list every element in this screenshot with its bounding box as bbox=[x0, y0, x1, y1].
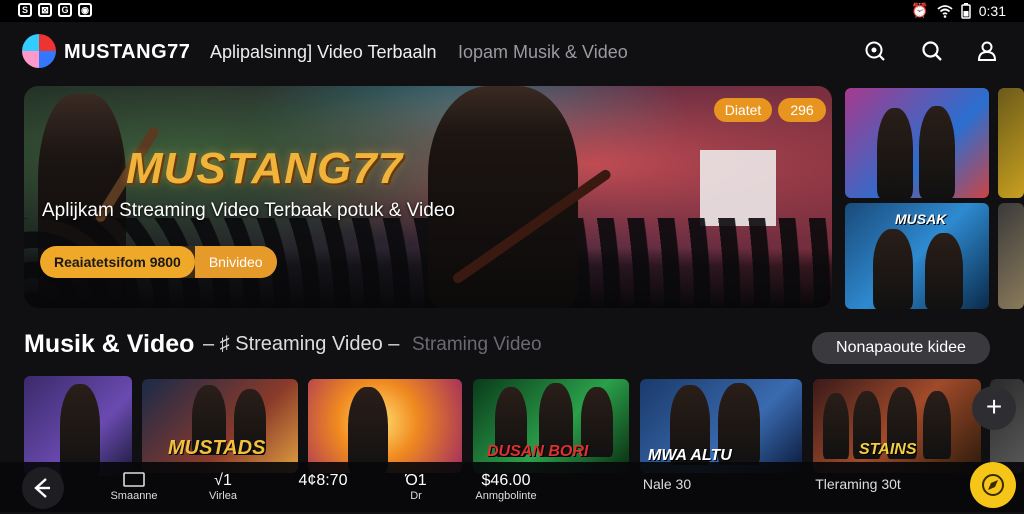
bottom-nav-dr-top: Ό1 bbox=[405, 472, 427, 489]
bottom-nav-time-top: 4¢8:70 bbox=[298, 472, 348, 489]
side-thumb-1-figure-b bbox=[919, 106, 955, 198]
side-thumb-2[interactable]: MUSAK bbox=[845, 203, 989, 309]
row-thumb-2-caption: MUSTADS bbox=[168, 437, 266, 459]
bottom-nav-price-label: Anmgbolinte bbox=[475, 490, 537, 502]
hero-subtitle: Aplijkam Streaming Video Terbaak potuk &… bbox=[42, 200, 455, 221]
compass-button[interactable] bbox=[970, 462, 1016, 508]
row-thumb-3-figure bbox=[348, 387, 388, 473]
side-thumb-3-partial[interactable] bbox=[998, 88, 1024, 198]
clock: 0:31 bbox=[978, 2, 1006, 19]
status-icon-3: G bbox=[58, 3, 72, 17]
hero-badge-right[interactable]: 296 bbox=[778, 98, 826, 122]
section-tab-active[interactable]: – ♯ Streaming Video – bbox=[203, 333, 399, 356]
bottom-nav-price-top: $46.00 bbox=[481, 472, 531, 489]
hero-primary-button[interactable]: Reaiatetsifom 9800 bbox=[40, 246, 195, 278]
alarm-icon: ⏰ bbox=[911, 2, 929, 18]
bottom-nav-video-label: Virlea bbox=[209, 490, 237, 502]
app-logo[interactable] bbox=[22, 34, 56, 68]
side-thumb-1[interactable] bbox=[845, 88, 989, 198]
bottom-nav-nale[interactable]: Nale 30 bbox=[632, 476, 702, 492]
section-tab-inactive[interactable]: Straming Video bbox=[412, 334, 542, 356]
search-icon[interactable] bbox=[921, 40, 943, 62]
screen-icon bbox=[123, 472, 145, 487]
bottom-nav-streaming[interactable]: Smaanne bbox=[106, 472, 162, 502]
brand-name[interactable]: MUSTANG77 bbox=[64, 41, 190, 64]
hero-banner[interactable]: MUSTANG77 Aplijkam Streaming Video Terba… bbox=[24, 86, 832, 308]
side-thumb-2-figure-a bbox=[873, 229, 913, 309]
row-thumb-4-caption: DUSAN BORI bbox=[487, 443, 589, 460]
status-icon-1: S bbox=[18, 3, 32, 17]
row-thumb-6[interactable]: STAINS bbox=[813, 379, 981, 473]
hero-secondary-button[interactable]: Bnivideo bbox=[194, 246, 277, 278]
side-thumb-1-figure-a bbox=[877, 108, 913, 198]
row-thumb-6-figure-a bbox=[823, 393, 849, 459]
hero-title: MUSTANG77 bbox=[126, 144, 404, 193]
section-title: Musik & Video bbox=[24, 330, 195, 358]
top-bar: MUSTANG77 Aplipalsinng] Video Terbaaln I… bbox=[0, 22, 1024, 84]
wifi-icon bbox=[937, 4, 953, 18]
hero-performer-main bbox=[428, 86, 578, 308]
row-thumb-6-caption: STAINS bbox=[859, 441, 917, 458]
bottom-nav-dr-label: Dr bbox=[410, 490, 422, 502]
status-bar: S ⊠ G ◉ ⏰ 0:31 bbox=[0, 0, 1024, 22]
bottom-nav-nale-top: Nale 30 bbox=[642, 476, 692, 492]
profile-icon[interactable] bbox=[976, 40, 998, 62]
hero-button-group: Reaiatetsifom 9800 Bnivideo bbox=[40, 246, 277, 278]
back-button[interactable] bbox=[22, 467, 64, 509]
status-icons-left: S ⊠ G ◉ bbox=[18, 3, 92, 17]
status-icon-2: ⊠ bbox=[38, 3, 52, 17]
bottom-nav-video[interactable]: √1 Virlea bbox=[198, 472, 248, 502]
hero-badge-left[interactable]: Diatet bbox=[714, 98, 772, 122]
bottom-nav-time[interactable]: 4¢8:70 bbox=[288, 472, 358, 490]
row-thumb-4[interactable]: DUSAN BORI bbox=[473, 379, 629, 473]
bottom-nav-dr[interactable]: Ό1 Dr bbox=[394, 472, 438, 502]
row-thumb-5[interactable]: MWA ALTU bbox=[640, 379, 802, 473]
status-icon-4: ◉ bbox=[78, 3, 92, 17]
row-thumb-1[interactable] bbox=[24, 376, 132, 476]
bottom-nav-bar: Smaanne √1 Virlea 4¢8:70 Ό1 Dr $46.00 An… bbox=[0, 462, 1024, 512]
explore-icon[interactable] bbox=[864, 40, 886, 62]
side-thumb-2-caption: MUSAK bbox=[895, 211, 947, 227]
bottom-nav-streaming-30[interactable]: Tleraming 30t bbox=[808, 476, 908, 492]
bottom-nav-price[interactable]: $46.00 Anmgbolinte bbox=[466, 472, 546, 502]
bottom-nav-streaming-label: Smaanne bbox=[110, 490, 158, 502]
row-thumb-2[interactable]: MUSTADS bbox=[142, 379, 298, 473]
row-thumb-6-figure-d bbox=[923, 391, 951, 459]
section-action-button[interactable]: Nonapaoute kidee bbox=[812, 332, 990, 364]
row-thumb-3[interactable] bbox=[308, 379, 462, 473]
add-button[interactable]: + bbox=[972, 386, 1016, 430]
bottom-nav-streaming-30-top: Tleraming 30t bbox=[815, 476, 901, 492]
nav-link-primary[interactable]: Aplipalsinng] Video Terbaaln bbox=[210, 42, 437, 63]
side-thumb-4-partial[interactable] bbox=[998, 203, 1024, 309]
battery-icon bbox=[961, 2, 971, 19]
nav-link-secondary[interactable]: Iopam Musik & Video bbox=[458, 42, 628, 63]
compass-icon bbox=[982, 474, 1004, 496]
status-icons-right: ⏰ 0:31 bbox=[911, 2, 1006, 19]
back-arrow-icon bbox=[34, 478, 50, 498]
hero-stage-sign bbox=[700, 150, 776, 226]
side-thumb-2-figure-b bbox=[925, 233, 963, 309]
bottom-nav-video-top: √1 bbox=[214, 472, 232, 489]
